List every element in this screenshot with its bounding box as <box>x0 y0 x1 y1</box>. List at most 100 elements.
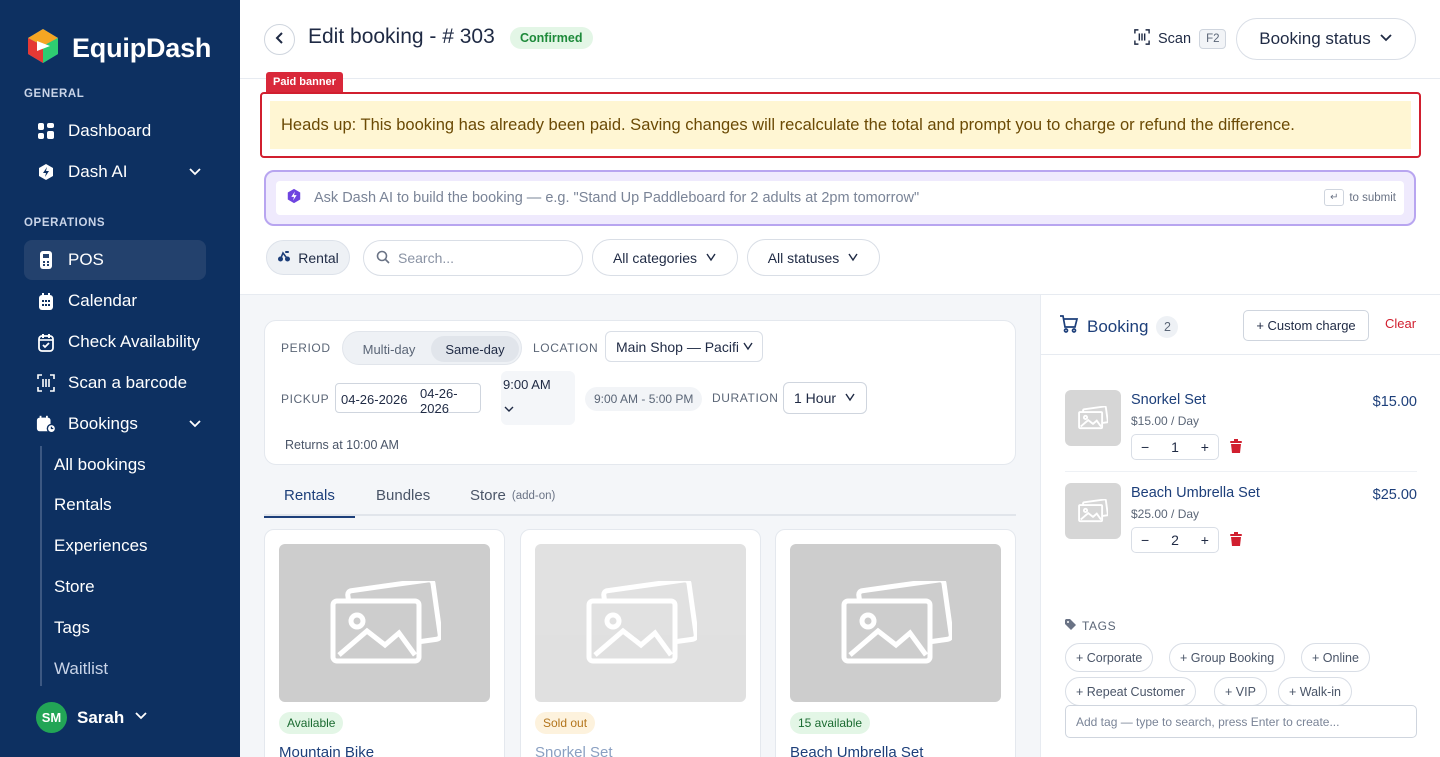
trash-icon[interactable] <box>1229 439 1243 459</box>
pickup-time-select[interactable]: 9:00 AM <box>501 371 575 425</box>
duration-value: 1 Hour <box>794 390 837 406</box>
tag-chip-walk-in[interactable]: + Walk-in <box>1278 677 1352 706</box>
line-item-rate: $25.00 / Day <box>1131 507 1200 521</box>
quantity-value[interactable]: 2 <box>1171 532 1179 548</box>
chevron-down-icon <box>742 339 754 355</box>
dash-ai-shield-icon <box>36 162 56 182</box>
decrement-button[interactable]: − <box>1141 532 1149 548</box>
tag-chip-group-booking[interactable]: + Group Booking <box>1169 643 1286 672</box>
search-icon <box>376 250 390 267</box>
subnav-item-tags[interactable]: Tags <box>54 618 90 638</box>
calendar-icon <box>36 291 56 311</box>
user-name: Sarah <box>77 707 125 727</box>
quantity-stepper: − 1 + <box>1131 434 1219 460</box>
trash-icon[interactable] <box>1229 532 1243 552</box>
divider <box>1041 354 1440 355</box>
line-item-rate: $15.00 / Day <box>1131 414 1200 428</box>
sidebar-item-scan-barcode[interactable]: Scan a barcode <box>24 363 206 403</box>
scan-button[interactable]: Scan F2 <box>1134 29 1227 49</box>
scan-label: Scan <box>1158 31 1192 47</box>
subnav-item-store[interactable]: Store <box>54 577 95 597</box>
pickup-date-value: 04-26-2026 <box>341 392 408 407</box>
statuses-dropdown[interactable]: All statuses <box>747 239 880 276</box>
multi-day-option[interactable]: Multi-day <box>347 336 431 362</box>
tab-rentals[interactable]: Rentals <box>264 475 355 518</box>
tag-chip-vip[interactable]: + VIP <box>1214 677 1267 706</box>
product-name: Snorkel Set <box>535 744 613 757</box>
product-card[interactable]: Sold out Snorkel Set <box>520 529 761 757</box>
tag-input[interactable]: Add tag — type to search, press Enter to… <box>1065 705 1417 738</box>
user-menu[interactable]: SM Sarah <box>36 702 148 733</box>
increment-button[interactable]: + <box>1201 439 1209 455</box>
product-status-badge: Available <box>279 712 344 734</box>
categories-dropdown[interactable]: All categories <box>592 239 738 276</box>
search-input[interactable]: Search... <box>363 240 583 276</box>
tag-chip-corporate[interactable]: + Corporate <box>1065 643 1154 672</box>
booking-status-dropdown[interactable]: Booking status <box>1236 18 1416 60</box>
sidebar-item-bookings[interactable]: Bookings <box>24 404 206 444</box>
page-header: Edit booking - # 303 Confirmed Scan F2 B… <box>240 0 1440 79</box>
ai-submit-hint[interactable]: ↵ to submit <box>1324 189 1396 206</box>
tab-store[interactable]: Store (add-on) <box>470 475 555 516</box>
barcode-scan-icon <box>1134 29 1150 49</box>
statuses-label: All statuses <box>767 249 840 266</box>
sidebar-item-dashboard[interactable]: Dashboard <box>24 111 206 151</box>
product-card[interactable]: Available Mountain Bike <box>264 529 505 757</box>
tab-label: Store <box>470 487 506 504</box>
sidebar-item-pos[interactable]: POS <box>24 240 206 280</box>
tab-bundles[interactable]: Bundles <box>376 475 430 516</box>
catalog-area: PERIOD Multi-day Same-day LOCATION Main … <box>240 294 1040 757</box>
brand[interactable]: EquipDash <box>24 27 211 70</box>
tab-store-note: (add-on) <box>511 489 556 502</box>
subnav-item-waitlist[interactable]: Waitlist <box>54 659 108 679</box>
same-day-option[interactable]: Same-day <box>431 336 519 362</box>
increment-button[interactable]: + <box>1201 532 1209 548</box>
quantity-value[interactable]: 1 <box>1171 439 1179 455</box>
rental-type-chip[interactable]: Rental <box>266 240 350 275</box>
subnav-item-experiences[interactable]: Experiences <box>54 536 148 556</box>
duration-dropdown[interactable]: 1 Hour <box>783 382 867 414</box>
tag-chip-online[interactable]: + Online <box>1301 643 1370 672</box>
barcode-scan-icon <box>36 373 56 393</box>
location-dropdown[interactable]: Main Shop — Pacific <box>605 331 763 362</box>
period-toggle: Multi-day Same-day <box>342 331 522 365</box>
decrement-button[interactable]: − <box>1141 439 1149 455</box>
sidebar-item-check-availability[interactable]: Check Availability <box>24 322 206 362</box>
sidebar-item-calendar[interactable]: Calendar <box>24 281 206 321</box>
dashboard-grid-icon <box>36 121 56 141</box>
paid-banner-tag: Paid banner <box>266 72 343 92</box>
divider <box>1065 471 1417 472</box>
sidebar-item-label: Calendar <box>68 291 137 310</box>
product-status-badge: Sold out <box>535 712 596 734</box>
subnav-item-all-bookings[interactable]: All bookings <box>54 455 146 475</box>
section-operations-label: OPERATIONS <box>24 217 106 229</box>
scan-shortcut-key: F2 <box>1199 29 1227 49</box>
booking-status-label: Booking status <box>1259 29 1371 48</box>
dash-ai-input[interactable]: Ask Dash AI to build the booking — e.g. … <box>276 181 1404 215</box>
sidebar-item-dash-ai[interactable]: Dash AI <box>24 152 206 192</box>
image-placeholder-icon <box>535 544 746 702</box>
tag-chip-repeat-customer[interactable]: + Repeat Customer <box>1065 677 1196 706</box>
dash-ai-placeholder: Ask Dash AI to build the booking — e.g. … <box>314 190 920 206</box>
clear-button[interactable]: Clear <box>1385 316 1416 331</box>
back-button[interactable] <box>264 24 295 55</box>
chevron-down-icon[interactable] <box>188 163 202 183</box>
line-item-name: Beach Umbrella Set <box>1131 485 1260 501</box>
pickup-date-input[interactable]: 04-26-2026 04-26-2026 <box>335 383 481 416</box>
equipdash-logo-icon <box>24 27 62 70</box>
subnav-item-rentals[interactable]: Rentals <box>54 495 112 515</box>
duration-label: DURATION <box>712 391 779 405</box>
tags-label: TAGS <box>1082 619 1117 633</box>
product-card[interactable]: 15 available Beach Umbrella Set <box>775 529 1016 757</box>
dash-ai-shield-icon <box>286 188 302 209</box>
product-name: Mountain Bike <box>279 744 375 757</box>
sidebar-item-label: Check Availability <box>68 332 200 351</box>
sidebar-item-label: POS <box>68 250 104 269</box>
sidebar-item-label: Scan a barcode <box>68 373 188 392</box>
custom-charge-button[interactable]: + Custom charge <box>1243 310 1369 341</box>
location-label: LOCATION <box>533 341 599 355</box>
line-item-price: $25.00 <box>1372 487 1417 503</box>
chevron-down-icon[interactable] <box>188 415 202 435</box>
line-item-price: $15.00 <box>1372 394 1417 410</box>
booking-panel-header: Booking 2 <box>1059 315 1179 338</box>
